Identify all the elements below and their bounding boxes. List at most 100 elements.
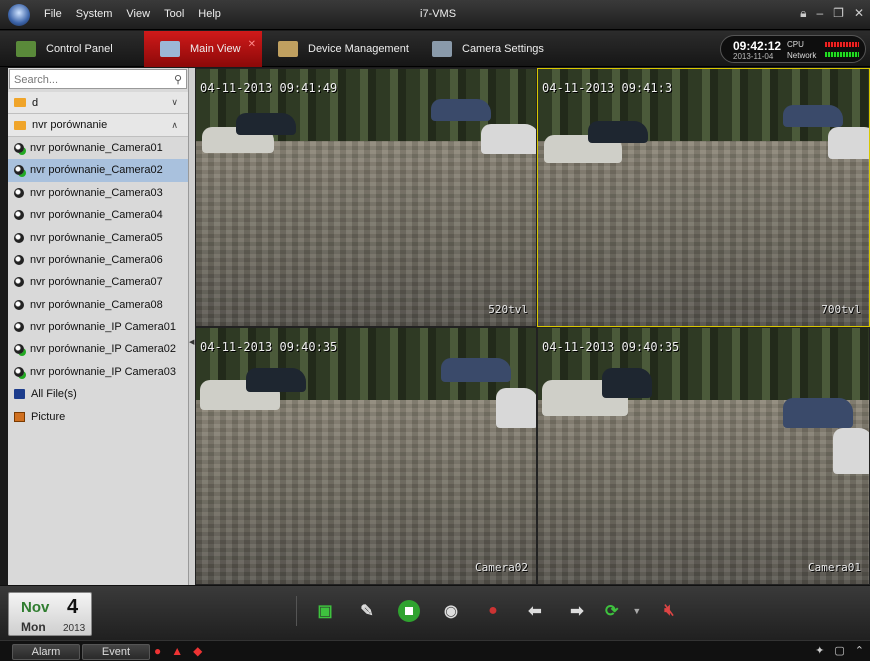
tree-group-d[interactable]: d ∨ — [8, 92, 188, 115]
alarm-sound-icon[interactable]: ◆ — [193, 644, 202, 658]
device-icon — [278, 41, 298, 57]
tree-item-camera[interactable]: nvr porównanie_IP Camera01 — [8, 316, 188, 338]
video-tile-2-selected[interactable]: 04-11-2013 09:41:3 700tvl — [537, 68, 870, 327]
stop-all-icon[interactable] — [395, 597, 423, 625]
panel-splitter[interactable]: ◀ — [188, 68, 195, 585]
tree-item-camera-selected[interactable]: nvr porównanie_Camera02 — [8, 159, 188, 182]
group-label: nvr porównanie — [32, 119, 108, 132]
video-frame — [538, 69, 869, 326]
fullscreen-icon[interactable]: ▣ — [311, 597, 339, 625]
lock-icon[interactable]: 🔒︎ — [800, 6, 806, 21]
video-tile-1[interactable]: 04-11-2013 09:41:49 520tvl — [195, 68, 537, 327]
group-label: d — [32, 96, 39, 109]
tab-control-panel[interactable]: Control Panel — [0, 31, 140, 67]
tab-camera-settings[interactable]: Camera Settings — [416, 31, 566, 67]
tree-item-camera[interactable]: nvr porównanie_Camera07 — [8, 271, 188, 293]
video-label: Camera02 — [475, 561, 528, 574]
tree-item-camera[interactable]: nvr porównanie_Camera01 — [8, 137, 188, 159]
alarm-person-icon[interactable]: ● — [154, 644, 161, 658]
tab-label: Control Panel — [46, 43, 113, 55]
video-tile-3[interactable]: 04-11-2013 09:40:35 Camera02 — [195, 327, 537, 585]
tree-item-camera[interactable]: nvr porównanie_IP Camera02 — [8, 338, 188, 360]
close-tab-icon[interactable]: ✕ — [248, 39, 256, 50]
refresh-icon[interactable]: ⟳ — [605, 597, 618, 625]
restore-icon[interactable]: ❐ — [833, 6, 844, 21]
date-day: 4 — [67, 596, 79, 618]
clock-date: 2013-11-04 — [733, 52, 774, 61]
date-weekday: Mon — [21, 620, 46, 634]
camera-label: nvr porównanie_Camera04 — [30, 209, 163, 222]
layout-edit-icon[interactable]: ✎ — [353, 597, 381, 625]
camera-label: nvr porównanie_Camera06 — [30, 253, 163, 266]
camera-icon — [14, 366, 24, 377]
pin-icon[interactable]: ✦ — [815, 644, 824, 657]
toolbar-divider — [296, 596, 297, 626]
snapshot-camera-icon[interactable]: ◉ — [437, 597, 465, 625]
next-arrow-icon[interactable]: ➡ — [563, 597, 591, 625]
tree-item-picture[interactable]: Picture — [8, 405, 188, 427]
close-icon[interactable]: ✕ — [854, 6, 864, 21]
expand-up-icon[interactable]: ⌃ — [855, 644, 864, 657]
chevron-down-icon[interactable]: ∨ — [171, 97, 178, 108]
camera-label: nvr porównanie_IP Camera02 — [30, 343, 176, 356]
control-panel-icon — [16, 41, 36, 57]
collapse-arrow-icon[interactable]: ◀ — [189, 338, 194, 346]
minimize-icon[interactable]: – — [816, 6, 823, 21]
tree-item-camera[interactable]: nvr porównanie_Camera06 — [8, 249, 188, 271]
search-icon[interactable]: ⚲ — [174, 73, 182, 86]
video-label: 700tvl — [821, 303, 861, 316]
menu-view[interactable]: View — [126, 8, 150, 20]
tree-item-all-files[interactable]: All File(s) — [8, 383, 188, 405]
camera-label: nvr porównanie_Camera05 — [30, 231, 163, 244]
tab-device-management[interactable]: Device Management — [262, 31, 412, 67]
app-title: i7-VMS — [420, 8, 457, 20]
menu-tool[interactable]: Tool — [164, 8, 184, 20]
tab-label: Device Management — [308, 43, 409, 55]
alarm-button[interactable]: Alarm — [12, 644, 80, 660]
tree-group-nvr[interactable]: nvr porównanie ∧ — [8, 114, 188, 137]
status-clock: 09:42:12 2013-11-04 CPU Network — [720, 35, 866, 63]
camera-icon — [14, 254, 24, 265]
menu-system[interactable]: System — [76, 8, 113, 20]
video-tile-4[interactable]: 04-11-2013 09:40:35 Camera01 — [537, 327, 870, 585]
folder-icon — [14, 98, 26, 108]
event-button[interactable]: Event — [82, 644, 150, 660]
picture-label: Picture — [31, 410, 66, 423]
tree-item-camera[interactable]: nvr porównanie_IP Camera03 — [8, 361, 188, 383]
date-display: Nov 4 Mon 2013 — [8, 592, 92, 636]
clock-time: 09:42:12 — [733, 39, 782, 53]
tree-item-camera[interactable]: nvr porównanie_Camera05 — [8, 226, 188, 248]
camera-icon — [14, 232, 24, 243]
camera-settings-icon — [432, 41, 452, 57]
video-grid: 04-11-2013 09:41:49 520tvl 04-11-2013 09… — [195, 68, 870, 585]
camera-label: nvr porównanie_Camera07 — [30, 276, 163, 289]
alarm-indicators: ● ▲ ◆ — [154, 644, 202, 658]
menu-help[interactable]: Help — [198, 8, 221, 20]
camera-icon — [14, 187, 24, 198]
previous-arrow-icon[interactable]: ⬅ — [521, 597, 549, 625]
file-icon — [14, 389, 25, 400]
tab-main-view[interactable]: Main View ✕ — [144, 31, 262, 67]
network-meter — [825, 52, 859, 57]
tree-item-camera[interactable]: nvr porównanie_Camera04 — [8, 204, 188, 226]
search-placeholder: Search... — [14, 74, 59, 86]
camera-label: nvr porównanie_Camera03 — [30, 186, 163, 199]
date-year: 2013 — [63, 623, 86, 634]
dropdown-arrow-icon[interactable]: ▼ — [632, 597, 641, 625]
camera-icon — [14, 210, 24, 221]
alarm-bell-icon[interactable]: ▲ — [171, 644, 183, 658]
bottom-toolbar: Nov 4 Mon 2013 ▣ ✎ ◉ ● ⬅ ➡ ⟳ ▼ 🔇︎ — [0, 585, 870, 640]
record-icon[interactable]: ● — [479, 597, 507, 625]
tree-item-camera[interactable]: nvr porównanie_Camera03 — [8, 182, 188, 204]
camera-icon — [14, 165, 24, 176]
tree-item-camera[interactable]: nvr porównanie_Camera08 — [8, 294, 188, 316]
mute-speaker-icon[interactable]: 🔇︎ — [655, 597, 683, 625]
window-icon[interactable]: ▢ — [834, 644, 844, 657]
chevron-up-icon[interactable]: ∧ — [171, 120, 178, 131]
menu-file[interactable]: File — [44, 8, 62, 20]
status-bar-controls: ✦ ▢ ⌃ — [815, 644, 864, 657]
search-input[interactable]: Search... ⚲ — [9, 69, 187, 89]
video-timestamp: 04-11-2013 09:40:35 — [542, 340, 680, 354]
camera-icon — [14, 344, 24, 355]
camera-icon — [14, 322, 24, 333]
